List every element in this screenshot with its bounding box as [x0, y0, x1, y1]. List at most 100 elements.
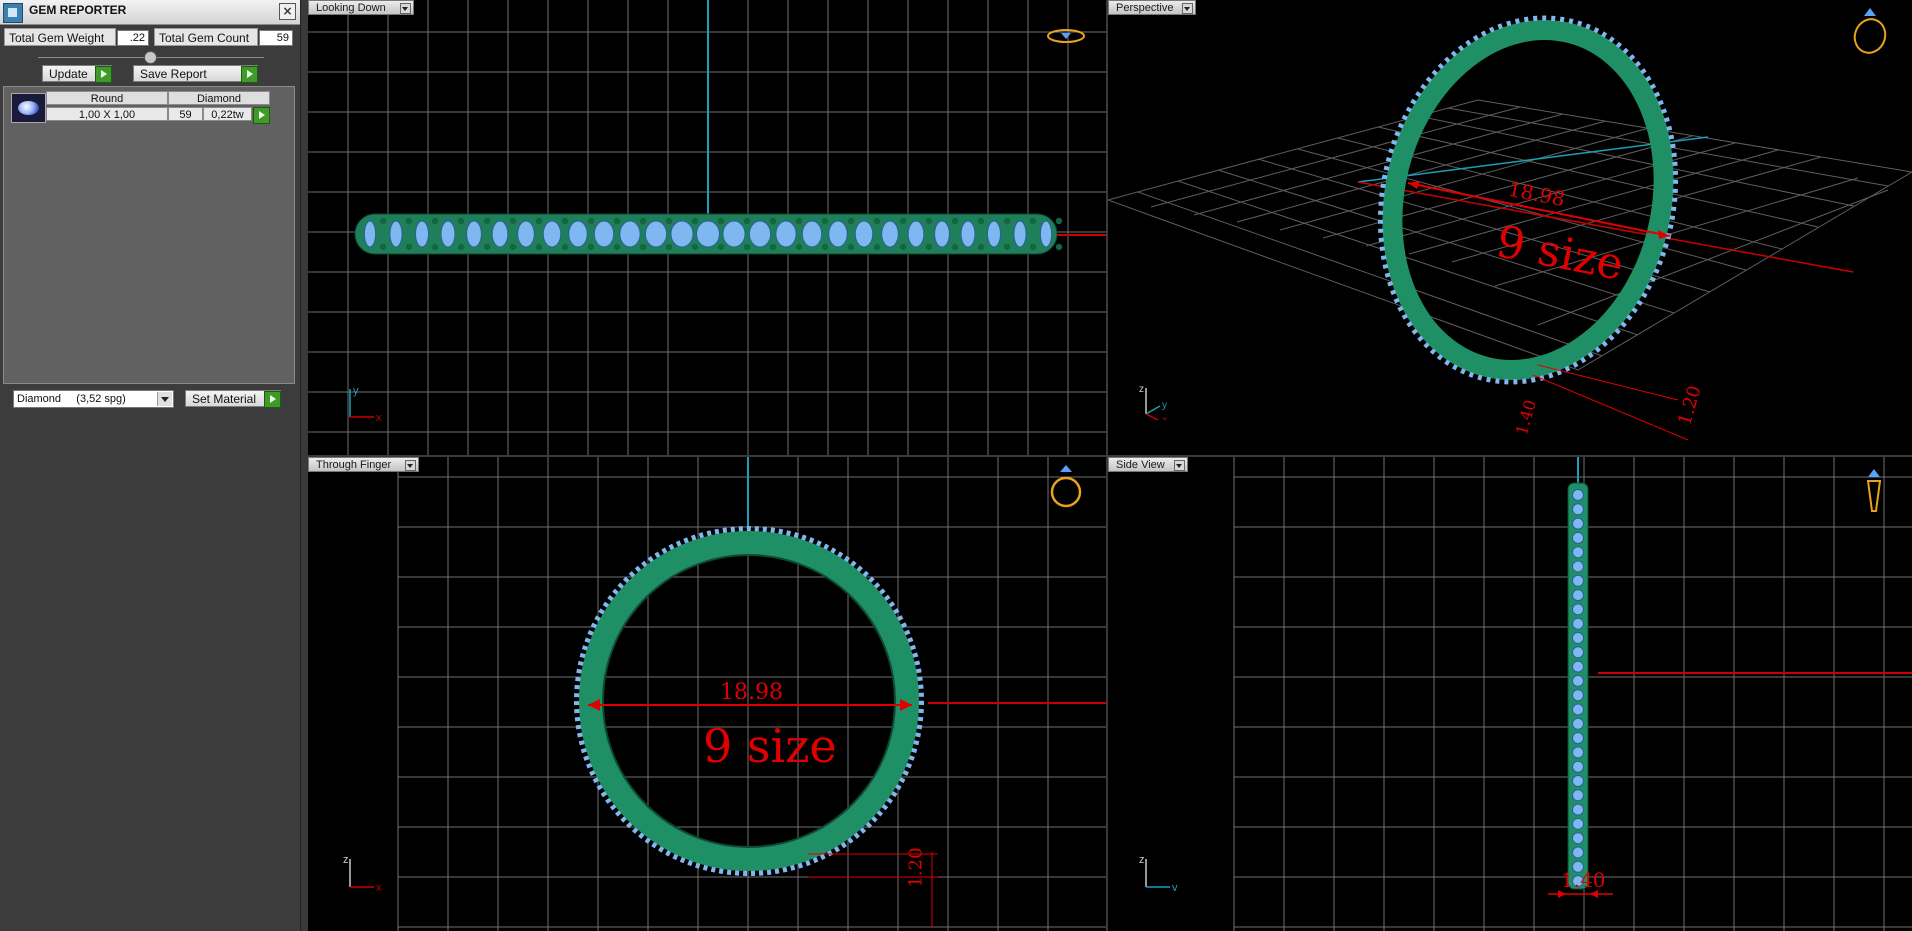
- close-icon[interactable]: ×: [279, 3, 296, 20]
- prong: [977, 243, 985, 251]
- gem-stone: [1572, 646, 1584, 659]
- axis-label-z: z: [1139, 854, 1145, 866]
- gem-stone: [1572, 732, 1584, 745]
- gem-stone: [1572, 531, 1584, 544]
- gem-stone: [670, 220, 694, 248]
- viewport-tab-side-view[interactable]: Side View: [1108, 457, 1188, 472]
- gem-stone: [1572, 574, 1584, 587]
- set-material-play-icon[interactable]: [264, 391, 281, 408]
- gem-weight-cell[interactable]: 0,22tw: [203, 107, 252, 121]
- axis-label-z: z: [1139, 384, 1144, 395]
- gem-count-cell[interactable]: 59: [168, 107, 203, 121]
- gem-reporter-panel: GEM REPORTER × Total Gem Weight .22 Tota…: [0, 0, 301, 931]
- gem-row-play-icon[interactable]: [253, 107, 270, 124]
- axis-indicator-xyz: z y x: [1139, 384, 1167, 420]
- prong: [379, 217, 387, 225]
- gem-size-cell[interactable]: 1,00 X 1,00: [46, 107, 168, 121]
- prong: [951, 217, 959, 225]
- ring-front-icon: [1050, 465, 1082, 508]
- prong: [379, 243, 387, 251]
- axis-indicator-xz: z x: [343, 854, 382, 891]
- gem-stone: [881, 220, 899, 248]
- viewport-perspective[interactable]: 18.98 9 size 1.20 1.40 Perspective z y x: [1108, 0, 1912, 455]
- gem-stone: [1572, 589, 1584, 602]
- chevron-down-icon[interactable]: [400, 3, 411, 14]
- prong: [509, 243, 517, 251]
- viewport-tab-perspective[interactable]: Perspective: [1108, 0, 1196, 15]
- prong: [795, 217, 803, 225]
- prong: [795, 243, 803, 251]
- total-gem-weight-field[interactable]: .22: [117, 30, 149, 46]
- viewport-side-view[interactable]: 1.40 Side View z y: [1108, 457, 1912, 931]
- viewport-looking-down[interactable]: Looking Down y x: [308, 0, 1106, 455]
- prong: [899, 243, 907, 251]
- chevron-down-icon[interactable]: [1174, 460, 1185, 471]
- gem-stone: [619, 220, 641, 248]
- axis-label-x: x: [1162, 415, 1167, 420]
- gem-stone: [1572, 817, 1584, 830]
- gem-stone: [415, 220, 429, 248]
- viewport-tab-looking-down[interactable]: Looking Down: [308, 0, 414, 15]
- prong: [613, 217, 621, 225]
- width-dimension-label: 1.40: [1561, 868, 1606, 892]
- gem-stone: [1572, 674, 1584, 687]
- material-select[interactable]: Diamond (3,52 spg): [13, 390, 174, 408]
- gem-stone: [1572, 689, 1584, 702]
- prong: [925, 243, 933, 251]
- viewport-through-finger[interactable]: 18.98 9 size 1.20 Through Finger z x: [308, 457, 1106, 931]
- prong: [691, 217, 699, 225]
- prong: [1055, 243, 1063, 251]
- gem-stone: [987, 220, 1001, 248]
- chevron-down-icon[interactable]: [405, 460, 416, 471]
- total-gem-count-field[interactable]: 59: [259, 30, 293, 46]
- gem-stone: [828, 220, 848, 248]
- axis-label-x: x: [376, 882, 382, 891]
- prong: [977, 217, 985, 225]
- gem-stone: [491, 220, 509, 248]
- viewport-label: Perspective: [1116, 2, 1174, 14]
- gem-stone: [363, 220, 377, 248]
- prong: [509, 217, 517, 225]
- total-gem-weight-label: Total Gem Weight: [4, 28, 116, 46]
- gem-stone: [1572, 803, 1584, 816]
- prong: [457, 217, 465, 225]
- material-select-value: Diamond (3,52 spg): [17, 393, 126, 405]
- through-finger-canvas[interactable]: [308, 457, 1106, 931]
- prong: [743, 243, 751, 251]
- gem-stone: [960, 220, 976, 248]
- table-header-material: Diamond: [168, 91, 270, 105]
- viewport-tab-through-finger[interactable]: Through Finger: [308, 457, 419, 472]
- chevron-down-icon[interactable]: [1182, 3, 1193, 14]
- gem-stone: [775, 220, 797, 248]
- gem-stone: [1572, 517, 1584, 530]
- prong: [665, 243, 673, 251]
- table-header-shape: Round: [46, 91, 168, 105]
- prong: [405, 217, 413, 225]
- gem-stone: [907, 220, 925, 248]
- gem-stone: [1572, 560, 1584, 573]
- gem-stone: [466, 220, 482, 248]
- gem-stone: [644, 220, 668, 248]
- gem-stone: [440, 220, 456, 248]
- prong: [1055, 217, 1063, 225]
- side-view-canvas[interactable]: [1108, 457, 1912, 931]
- prong: [899, 217, 907, 225]
- axis-label-x: x: [376, 412, 382, 421]
- prong: [873, 243, 881, 251]
- gem-stone: [1572, 746, 1584, 759]
- gem-stone: [593, 220, 615, 248]
- looking-down-canvas[interactable]: [308, 0, 1106, 455]
- gem-stone: [934, 220, 950, 248]
- save-report-play-icon[interactable]: [241, 66, 258, 83]
- panel-titlebar[interactable]: GEM REPORTER ×: [0, 0, 300, 25]
- prong: [587, 243, 595, 251]
- prong: [639, 243, 647, 251]
- slider-handle[interactable]: [144, 51, 157, 64]
- prong: [457, 243, 465, 251]
- ring-size-label: 9 size: [703, 719, 837, 773]
- total-gem-count-label: Total Gem Count: [154, 28, 258, 46]
- viewport-label: Side View: [1116, 459, 1165, 471]
- save-report-button[interactable]: Save Report: [133, 65, 258, 82]
- chevron-down-icon[interactable]: [157, 392, 172, 406]
- update-play-icon[interactable]: [95, 66, 112, 83]
